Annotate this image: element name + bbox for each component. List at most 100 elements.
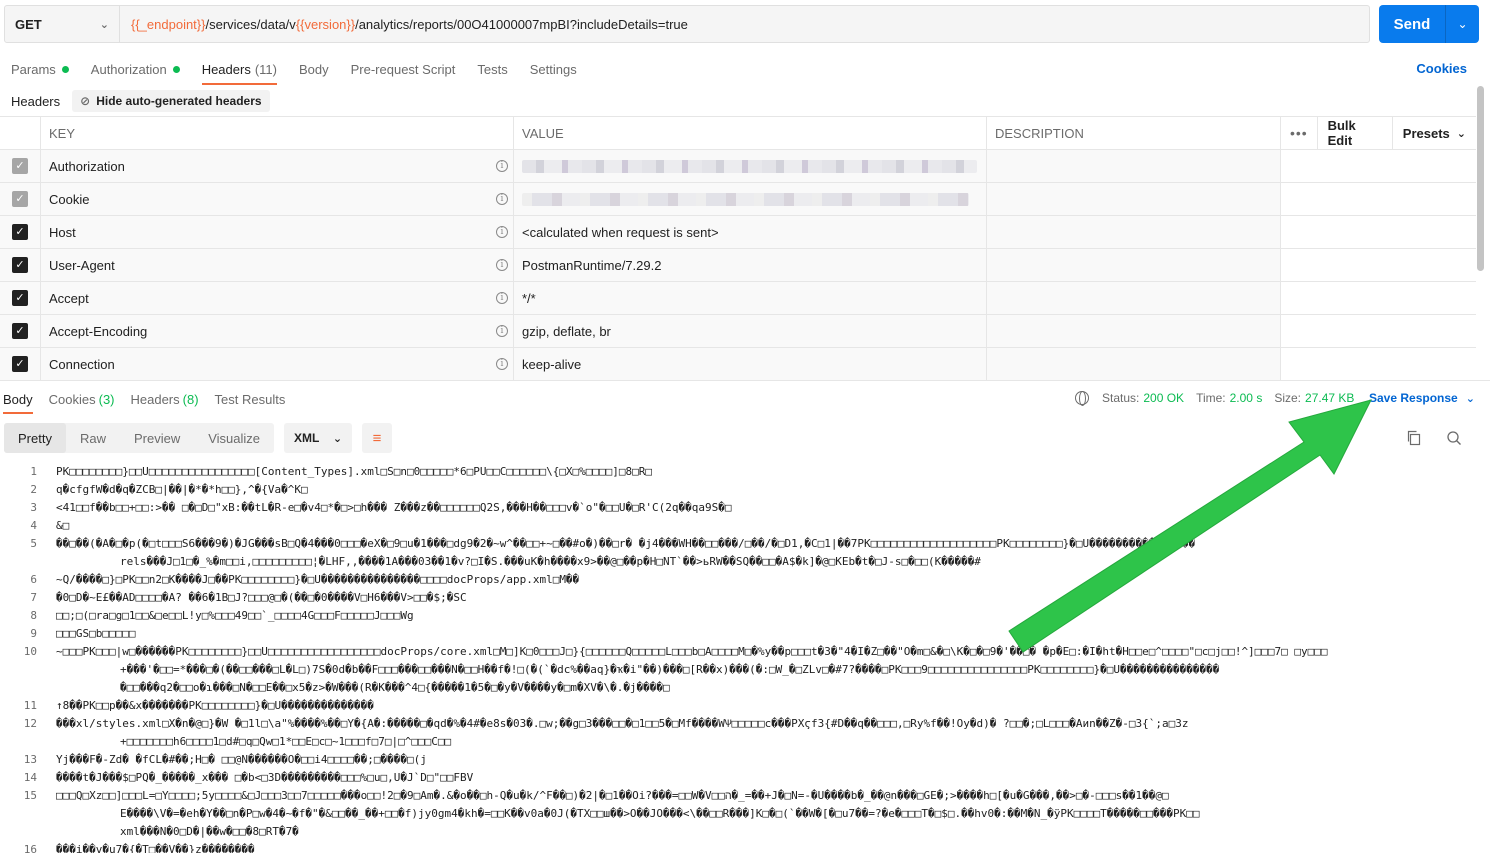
save-response-button[interactable]: Save Response ⌄ [1369,391,1475,405]
tab-settings[interactable]: Settings [530,58,577,80]
header-description-cell[interactable] [987,183,1281,215]
code-text: +���'�□□=*���□�(��□□���□L�L□)7S�0d�b��F□… [120,663,1220,676]
copy-icon[interactable] [1406,430,1422,446]
header-value: keep-alive [522,356,582,372]
size-value[interactable]: 27.47 KB [1305,391,1354,405]
code-text: ↑8��PK□□p��&x�������PK□□□□□□□□}�□U������… [56,699,374,712]
tab-test-results[interactable]: Test Results [215,392,286,407]
checkbox[interactable]: ✓ [12,158,28,174]
header-description-cell[interactable] [987,249,1281,281]
checkbox[interactable]: ✓ [12,323,28,339]
headers-toolbar: Headers ⊘ Hide auto-generated headers [0,90,270,112]
row-tools-cell [1281,282,1476,314]
status-value[interactable]: 200 OK [1143,391,1184,405]
chevron-down-icon: ⌄ [99,18,109,31]
header-key-cell[interactable]: Cookie i [41,183,514,215]
wrap-lines-icon[interactable]: ≡ [362,423,393,453]
header-description-cell[interactable] [987,348,1281,380]
url-input[interactable]: {{_endpoint}}/services/data/v{{version}}… [120,17,688,32]
header-key-cell[interactable]: Accept-Encoding i [41,315,514,347]
globe-icon[interactable] [1075,391,1089,406]
hide-auto-headers-button[interactable]: ⊘ Hide auto-generated headers [72,90,270,112]
header-description-cell[interactable] [987,282,1281,314]
info-icon[interactable]: i [496,325,508,337]
scrollbar[interactable] [1477,86,1484,271]
info-icon[interactable]: i [496,292,508,304]
response-body-editor[interactable]: 1 PK□□□□□□□□}□□U□□□□□□□□□□□□□□□□[Content_… [0,463,1490,853]
status-dot [172,65,180,73]
tab-response-headers[interactable]: Headers (8) [131,392,199,407]
tab-response-cookies[interactable]: Cookies (3) [49,392,115,407]
header-value-cell[interactable]: PostmanRuntime/7.29.2 [514,249,987,281]
tab-authorization[interactable]: Authorization [91,58,180,80]
info-icon[interactable]: i [496,259,508,271]
header-value-cell[interactable]: <calculated when request is sent> [514,216,987,248]
header-description-cell[interactable] [987,315,1281,347]
request-bar: GET ⌄ {{_endpoint}}/services/data/v{{ver… [4,5,1370,43]
code-line: 16 ���i��v�u7�{�T□��V��}z�������� [0,841,1490,853]
code-line: 11 ↑8��PK□□p��&x�������PK□□□□□□□□}�□U����… [0,697,1490,715]
row-checkbox-cell: ✓ [0,282,41,314]
row-checkbox-cell: ✓ [0,348,41,380]
pane-divider[interactable] [0,380,1490,381]
header-key-cell[interactable]: Host i [41,216,514,248]
presets-dropdown[interactable]: Presets ⌄ [1393,126,1476,141]
view-raw-button[interactable]: Raw [66,423,120,453]
code-text: ��□��(�A�□�p(�□t□□□S6���9�)�JG���sB□Q�4�… [56,537,1196,550]
info-icon[interactable]: i [496,226,508,238]
tab-body[interactable]: Body [299,58,329,80]
header-key-cell[interactable]: Accept i [41,282,514,314]
tab-headers[interactable]: Headers (11) [201,58,278,85]
format-select[interactable]: XML ⌄ [284,423,353,453]
code-line: rels���J□1□�_%�m□□i,□□□□□□□□□¦�LHF,,����… [0,553,1490,571]
header-value-cell[interactable]: gzip, deflate, br [514,315,987,347]
info-icon[interactable]: i [496,193,508,205]
header-value-cell[interactable]: */* [514,282,987,314]
more-options-button[interactable]: ••• [1281,117,1318,149]
tab-response-body[interactable]: Body [3,392,33,414]
view-preview-button[interactable]: Preview [120,423,194,453]
checkbox[interactable]: ✓ [12,191,28,207]
line-number: 11 [23,699,37,712]
header-key-cell[interactable]: Authorization i [41,150,514,182]
method-select[interactable]: GET ⌄ [5,6,120,42]
line-number: 6 [30,573,37,586]
view-pretty-button[interactable]: Pretty [4,423,66,453]
code-line: 9 □□□GS□b□□□□□ [0,625,1490,643]
tab-params[interactable]: Params [11,58,69,80]
header-key: Connection [49,356,115,372]
search-icon[interactable] [1446,430,1462,446]
checkbox[interactable]: ✓ [12,356,28,372]
tab-prerequest[interactable]: Pre-request Script [351,58,456,80]
bulk-edit-button[interactable]: Bulk Edit [1318,117,1393,149]
line-number [0,733,37,751]
header-description-cell[interactable] [987,216,1281,248]
info-icon[interactable]: i [496,160,508,172]
header-description-cell[interactable] [987,150,1281,182]
header-key-cell[interactable]: Connection i [41,348,514,380]
send-button[interactable]: Send ⌄ [1379,5,1479,43]
header-key-cell[interactable]: User-Agent i [41,249,514,281]
time-value[interactable]: 2.00 s [1230,391,1263,405]
method-label: GET [15,16,42,32]
cookies-link[interactable]: Cookies [1416,61,1467,76]
row-tools-cell [1281,183,1476,215]
checkbox[interactable]: ✓ [12,224,28,240]
view-visualize-button[interactable]: Visualize [194,423,274,453]
code-line: 7 �0□D�~E£��AD□□□□�A? ��6�1B□J?□□□@□�(��□… [0,589,1490,607]
code-text: □□;□(□ra□g□1□□&□e□□L!y□%□□□49□□`_□□□□4G□… [56,609,414,622]
status-dot [61,65,69,73]
header-value: gzip, deflate, br [522,323,611,339]
header-value-cell[interactable]: keep-alive [514,348,987,380]
checkbox[interactable]: ✓ [12,290,28,306]
chevron-down-icon[interactable]: ⌄ [1446,17,1479,31]
checkbox[interactable]: ✓ [12,257,28,273]
view-mode-switch: Pretty Raw Preview Visualize [4,423,275,453]
header-value-cell[interactable] [514,183,987,215]
header-value-cell[interactable] [514,150,987,182]
tab-tests[interactable]: Tests [477,58,507,80]
line-number: 13 [23,753,37,766]
line-number: 9 [30,627,37,640]
row-tools-cell [1281,315,1476,347]
info-icon[interactable]: i [496,358,508,370]
